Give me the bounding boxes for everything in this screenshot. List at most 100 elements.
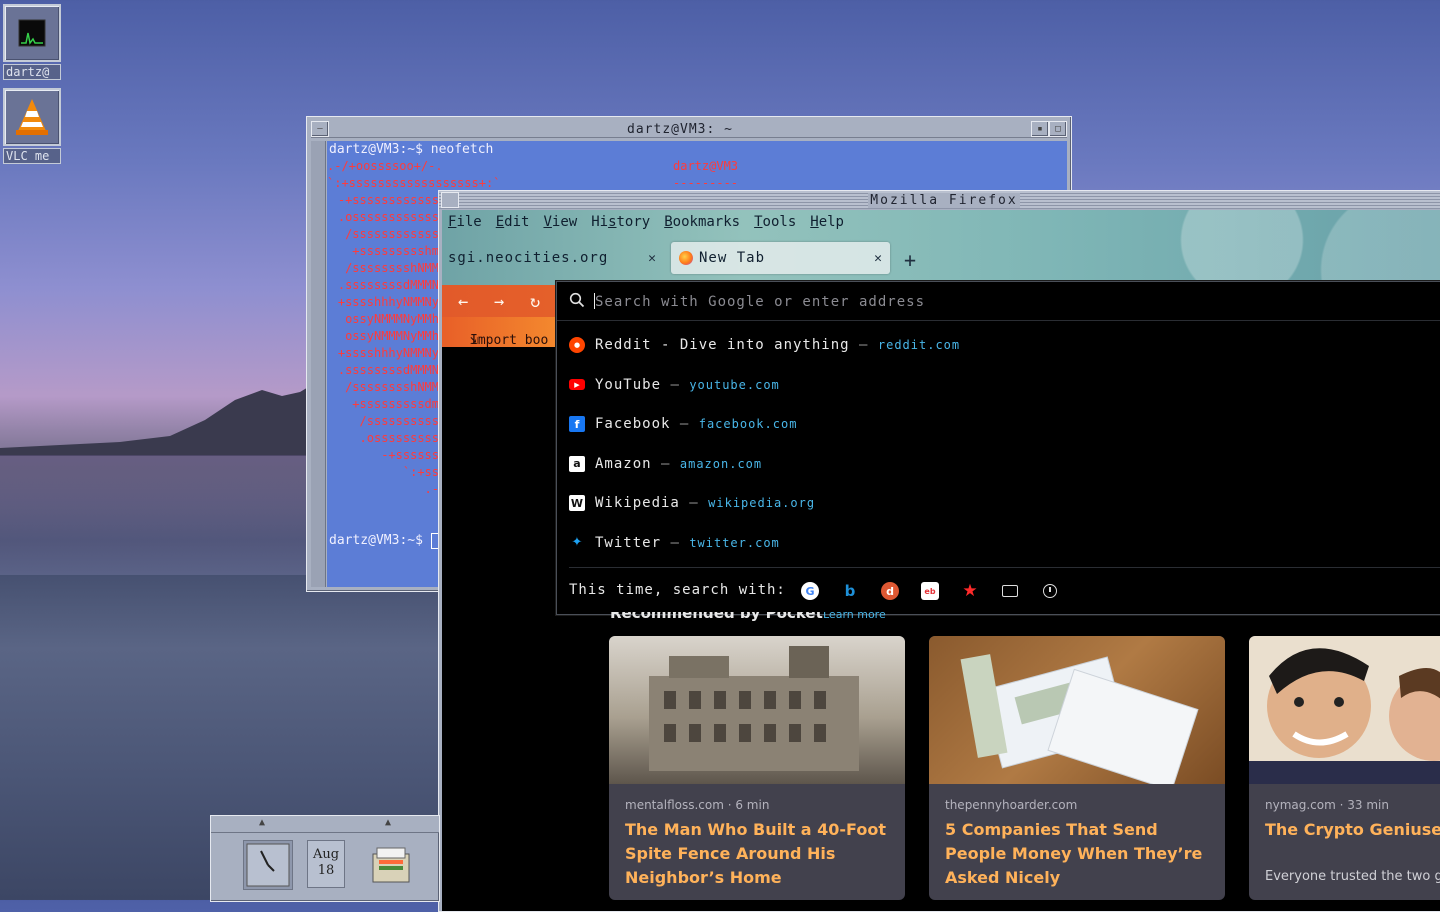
dock-handle[interactable]: ▲ ▲ bbox=[211, 816, 439, 833]
ascii-art-line: `:+ss bbox=[402, 465, 439, 479]
new-tab-button[interactable]: + bbox=[904, 248, 916, 272]
menu-tools[interactable]: Tools bbox=[754, 214, 796, 230]
pocket-card[interactable]: mentalfloss.com · 6 min The Man Who Buil… bbox=[609, 636, 905, 900]
menu-file[interactable]: File bbox=[448, 214, 482, 230]
ascii-art-line: /ssssssssssss bbox=[345, 227, 439, 241]
menu-edit[interactable]: Edit bbox=[496, 214, 530, 230]
scroll-up-arrow-icon[interactable]: ▲ bbox=[385, 817, 391, 828]
suggestion-title: Facebook bbox=[595, 416, 671, 432]
suggestion-title: Twitter bbox=[595, 534, 662, 551]
bing-icon[interactable]: b bbox=[841, 582, 859, 600]
tab-strip: sgi.neocities.org ✕ New Tab ✕ + bbox=[442, 240, 1440, 278]
ascii-art-line: `:+ssssssssssssssssss+:` bbox=[327, 176, 501, 190]
suggestion-facebook[interactable]: f Facebook – facebook.com bbox=[557, 405, 1440, 443]
tab-sgi-neocities[interactable]: sgi.neocities.org ✕ bbox=[448, 242, 664, 274]
suggestion-youtube[interactable]: ▶ YouTube – youtube.com bbox=[557, 366, 1440, 404]
wikipedia-icon: W bbox=[569, 495, 585, 511]
menu-bookmarks[interactable]: Bookmarks bbox=[664, 214, 740, 230]
suggestion-url: reddit.com bbox=[877, 338, 961, 352]
address-bar[interactable] bbox=[557, 282, 1440, 321]
youtube-icon: ▶ bbox=[569, 379, 585, 390]
desktop-icon-label: VLC me bbox=[3, 148, 61, 164]
suggestion-text: Twitter – twitter.com bbox=[595, 535, 780, 551]
card-image bbox=[609, 636, 905, 784]
menu-help[interactable]: Help bbox=[810, 214, 844, 230]
terminal-command-line: dartz@VM3:~$ neofetch bbox=[329, 142, 494, 157]
address-input[interactable] bbox=[593, 291, 1297, 313]
file-manager-icon[interactable] bbox=[367, 840, 415, 888]
menu-view[interactable]: View bbox=[543, 214, 577, 230]
firefox-titlebar[interactable]: Mozilla Firefox bbox=[439, 191, 1440, 209]
neofetch-underline: --------- bbox=[673, 176, 739, 190]
close-tab-icon[interactable]: ✕ bbox=[874, 251, 882, 266]
terminal-title: dartz@VM3: ~ bbox=[627, 121, 733, 137]
clock-icon[interactable] bbox=[243, 840, 293, 890]
suggestion-twitter[interactable]: ✦ Twitter – twitter.com bbox=[557, 524, 1440, 562]
forward-arrow-icon[interactable]: → bbox=[494, 292, 504, 312]
ascii-art-line: ossyNMMMNyMMh bbox=[345, 312, 439, 326]
desktop-icon-vlc[interactable]: VLC me bbox=[3, 88, 61, 164]
suggestion-url: amazon.com bbox=[679, 456, 763, 471]
neofetch-user-host: dartz@VM3 bbox=[673, 159, 739, 173]
ascii-art-line: +sssssssssdm bbox=[352, 397, 439, 411]
tab-new-tab[interactable]: New Tab ✕ bbox=[671, 242, 890, 274]
window-menu-button[interactable]: – bbox=[311, 121, 329, 137]
terminal-prompt[interactable]: dartz@VM3:~$ bbox=[327, 532, 440, 549]
ascii-art-line: .ssssssssdMMMN bbox=[337, 363, 439, 377]
suggestion-wikipedia[interactable]: W Wikipedia – wikipedia.org bbox=[557, 484, 1440, 522]
card-image bbox=[929, 636, 1225, 784]
neofetch-info: dartz@VM3 --------- bbox=[673, 158, 738, 192]
terminal-titlebar[interactable]: – dartz@VM3: ~ ▪ □ bbox=[311, 121, 1067, 138]
card-title[interactable]: 5 Companies That Send People Money When … bbox=[945, 818, 1217, 890]
close-tab-icon[interactable]: ✕ bbox=[648, 251, 656, 266]
tab-label: sgi.neocities.org bbox=[448, 250, 609, 266]
duckduckgo-icon[interactable]: d bbox=[881, 582, 899, 600]
card-source: thepennyhoarder.com bbox=[945, 798, 1078, 812]
reload-icon[interactable]: ↻ bbox=[530, 292, 540, 312]
menu-history[interactable]: History bbox=[591, 214, 650, 230]
desktop-icon-dartz[interactable]: dartz@ bbox=[3, 4, 61, 80]
scroll-up-arrow-icon[interactable]: ▲ bbox=[259, 817, 265, 828]
ascii-art-line: .-/+oossssoo+/-. bbox=[327, 159, 443, 173]
back-arrow-icon[interactable]: ← bbox=[458, 292, 468, 312]
search-icon bbox=[569, 292, 585, 308]
ebay-icon[interactable]: eb bbox=[921, 582, 939, 600]
history-icon[interactable] bbox=[1041, 582, 1059, 600]
tab-label: New Tab bbox=[699, 250, 766, 266]
bookmarks-star-icon[interactable]: ★ bbox=[961, 581, 979, 601]
tabs-icon[interactable] bbox=[1001, 582, 1019, 600]
google-icon[interactable]: G bbox=[801, 582, 819, 600]
system-monitor-icon bbox=[3, 4, 61, 62]
maximize-button[interactable]: □ bbox=[1049, 121, 1067, 137]
separator: – bbox=[651, 455, 680, 472]
suggestion-url: facebook.com bbox=[698, 417, 798, 431]
suggestion-reddit[interactable]: ● Reddit - Dive into anything – reddit.co… bbox=[557, 326, 1440, 364]
pocket-card[interactable]: thepennyhoarder.com 5 Companies That Sen… bbox=[929, 636, 1225, 900]
suggestion-url: twitter.com bbox=[689, 535, 780, 550]
import-bookmarks-label: Import boo bbox=[470, 333, 549, 348]
ascii-art-line: .ssssssssdMMMN bbox=[337, 278, 439, 292]
ascii-art-line: +sssshhhyNMMNy bbox=[337, 295, 439, 309]
card-title[interactable]: The Crypto Geniuses Who Vaporized a Tril… bbox=[1265, 818, 1440, 842]
separator: – bbox=[679, 495, 709, 511]
terminal-scrollbar[interactable] bbox=[311, 141, 326, 587]
amazon-icon: a bbox=[569, 455, 585, 472]
firefox-toolbar-area: File Edit View History Bookmarks Tools Help sg… bbox=[442, 210, 1440, 285]
minimize-button[interactable]: ▪ bbox=[1031, 121, 1049, 137]
calendar-icon[interactable]: Aug 18 bbox=[307, 840, 345, 888]
menu-bar: File Edit View History Bookmarks Tools Help bbox=[448, 214, 844, 230]
suggestion-text: Facebook – facebook.com bbox=[595, 416, 797, 432]
suggestion-amazon[interactable]: a Amazon – amazon.com bbox=[557, 445, 1440, 483]
ascii-art-line: .osssssssss bbox=[359, 431, 439, 445]
mountain-silhouette bbox=[0, 386, 310, 456]
card-title[interactable]: The Man Who Built a 40-Foot Spite Fence … bbox=[625, 818, 897, 890]
suggestion-url: wikipedia.org bbox=[708, 496, 816, 510]
window-menu-button[interactable] bbox=[441, 192, 459, 208]
firefox-logo-icon bbox=[679, 251, 693, 265]
neofetch-ascii-art: .-/+oossssoo+/-. `:+ssssssssssssssssss+:`… bbox=[327, 158, 501, 498]
pocket-card[interactable]: nymag.com · 33 min The Crypto Geniuses W… bbox=[1249, 636, 1440, 900]
toolchest-dock: ▲ ▲ Aug 18 bbox=[210, 815, 440, 902]
facebook-icon: f bbox=[569, 416, 585, 432]
suggestion-title: YouTube bbox=[595, 376, 662, 393]
separator: – bbox=[670, 416, 699, 432]
